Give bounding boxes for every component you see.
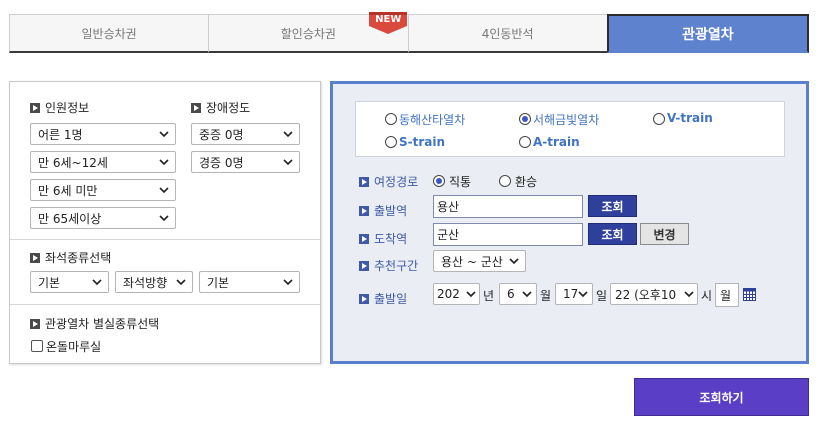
arrival-station-input[interactable]: 군산 — [433, 223, 583, 246]
recommend-section-select[interactable]: 용산 ~ 군산 — [433, 250, 526, 272]
passenger-info-title: 인원정보 — [30, 99, 89, 116]
train-type-box: 동해산타열차 서해금빛열차 V-train S-train A-train — [355, 101, 785, 157]
ondol-room-checkbox[interactable] — [31, 340, 43, 352]
tab-label: 관광열차 — [682, 26, 734, 43]
arrow-bullet-icon — [359, 260, 369, 271]
journey-panel: 동해산타열차 서해금빛열차 V-train S-train A-train 여정… — [330, 81, 809, 364]
month-unit: 월 — [540, 289, 552, 303]
month-select[interactable]: 6 — [499, 283, 537, 305]
chevron-down-icon — [283, 279, 293, 286]
seat-type-title: 좌석종류선택 — [30, 249, 111, 266]
tab-label: 일반승차권 — [81, 26, 137, 41]
tab-family-seat[interactable]: 4인동반석 — [407, 14, 607, 53]
swap-stations-button[interactable]: 변경 — [640, 223, 689, 245]
tab-general-ticket[interactable]: 일반승차권 — [9, 14, 209, 53]
search-submit-button[interactable]: 조회하기 — [634, 378, 809, 416]
route-direct-label: 직통 — [449, 175, 472, 189]
seat-type-select[interactable]: 기본 — [30, 271, 109, 293]
route-direct-radio[interactable] — [433, 175, 445, 187]
new-badge: NEW — [369, 12, 408, 36]
chevron-down-icon — [283, 131, 293, 138]
chevron-down-icon — [92, 279, 102, 286]
seat-position-select[interactable]: 기본 — [199, 271, 300, 293]
hour-select[interactable]: 22 (오후10 — [610, 283, 698, 305]
train-radio-vtrain[interactable] — [653, 113, 665, 125]
train-radio-strain[interactable] — [385, 136, 397, 148]
calendar-icon[interactable] — [743, 288, 756, 301]
chevron-down-icon — [578, 291, 588, 298]
severe-disability-select[interactable]: 중증 0명 — [191, 123, 300, 145]
ondol-room-label: 온돌마루실 — [46, 340, 102, 354]
chevron-down-icon — [176, 279, 186, 286]
route-transfer-radio[interactable] — [499, 175, 511, 187]
year-unit: 년 — [483, 289, 495, 303]
route-transfer-label: 환승 — [515, 175, 538, 189]
mild-disability-select[interactable]: 경증 0명 — [191, 151, 300, 173]
disability-title: 장애정도 — [191, 99, 250, 116]
train-label-seohae: 서해금빛열차 — [533, 113, 600, 127]
recommend-label: 추천구간 — [359, 257, 418, 274]
arrow-bullet-icon — [30, 102, 40, 113]
train-label-vtrain: V-train — [667, 111, 713, 125]
hour-unit: 시 — [701, 289, 713, 303]
chevron-down-icon — [159, 159, 169, 166]
weekday-display: 월 — [715, 283, 739, 307]
arrow-bullet-icon — [30, 252, 40, 263]
arrow-bullet-icon — [191, 102, 201, 113]
child-count-select[interactable]: 만 6세~12세 — [30, 151, 176, 173]
arrow-bullet-icon — [30, 318, 40, 329]
arrival-label: 도착역 — [359, 230, 407, 247]
route-label: 여정경로 — [359, 173, 418, 190]
chevron-down-icon — [466, 291, 476, 298]
passenger-options-panel: 인원정보 장애정도 어른 1명 중증 0명 만 6세~12세 경증 0명 만 6… — [9, 81, 321, 364]
room-type-title: 관광열차 별실종류선택 — [30, 315, 159, 332]
chevron-down-icon — [159, 187, 169, 194]
departure-station-input[interactable]: 용산 — [433, 195, 583, 218]
year-select[interactable]: 202 — [433, 283, 480, 305]
chevron-down-icon — [159, 215, 169, 222]
arrival-search-button[interactable]: 조회 — [588, 223, 637, 245]
senior-count-select[interactable]: 만 65세이상 — [30, 207, 176, 229]
train-label-atrain: A-train — [533, 135, 580, 149]
arrow-bullet-icon — [359, 176, 369, 187]
chevron-down-icon — [283, 159, 293, 166]
chevron-down-icon — [522, 291, 532, 298]
departure-search-button[interactable]: 조회 — [588, 195, 637, 217]
divider — [10, 304, 320, 305]
arrow-bullet-icon — [359, 233, 369, 244]
tab-tourist-train[interactable]: 관광열차 — [606, 14, 809, 53]
departure-label: 출발역 — [359, 202, 407, 219]
chevron-down-icon — [684, 291, 694, 298]
new-badge-label: NEW — [375, 14, 402, 25]
ticket-tabs: 일반승차권 할인승차권 NEW 4인동반석 관광열차 — [9, 12, 809, 53]
tab-discount-ticket[interactable]: 할인승차권 NEW — [208, 12, 408, 53]
day-unit: 일 — [596, 289, 608, 303]
tab-label: 할인승차권 — [280, 26, 336, 41]
train-label-strain: S-train — [399, 135, 446, 149]
tab-label: 4인동반석 — [481, 26, 534, 41]
train-radio-seohae[interactable] — [519, 113, 531, 125]
train-radio-donghae[interactable] — [385, 113, 397, 125]
arrow-bullet-icon — [359, 293, 369, 304]
chevron-down-icon — [159, 131, 169, 138]
day-select[interactable]: 17 — [555, 283, 593, 305]
seat-direction-select[interactable]: 좌석방향 — [115, 271, 193, 293]
train-label-donghae: 동해산타열차 — [399, 113, 466, 127]
infant-count-select[interactable]: 만 6세 미만 — [30, 179, 176, 201]
arrow-bullet-icon — [359, 205, 369, 216]
departure-date-label: 출발일 — [359, 290, 407, 307]
divider — [10, 239, 320, 240]
adult-count-select[interactable]: 어른 1명 — [30, 123, 176, 145]
chevron-down-icon — [509, 258, 519, 265]
train-radio-atrain[interactable] — [519, 136, 531, 148]
